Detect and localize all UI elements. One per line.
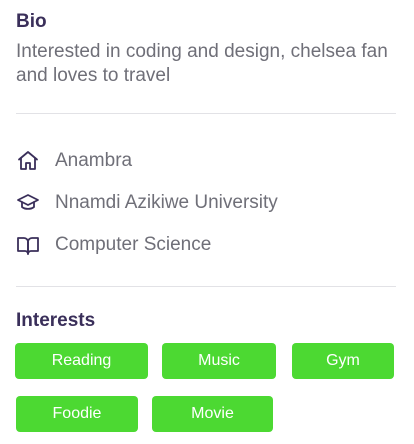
profile-about-panel: Bio Interested in coding and design, che… [0,0,414,444]
interest-tag-reading[interactable]: Reading [15,343,148,379]
location-row: Anambra [16,147,132,175]
divider [16,286,396,287]
course-label: Computer Science [55,234,212,255]
interest-tag-movie[interactable]: Movie [152,396,273,432]
interests-heading: Interests [16,310,96,331]
home-icon [16,149,40,173]
school-label: Nnamdi Azikiwe University [55,192,278,213]
location-label: Anambra [55,150,133,171]
graduation-cap-icon [16,191,40,215]
school-row: Nnamdi Azikiwe University [16,189,278,217]
bio-text: Interested in coding and design, chelsea… [16,41,388,86]
interest-tag-gym[interactable]: Gym [292,343,394,379]
book-open-icon [16,233,40,257]
divider [16,113,396,114]
course-row: Computer Science [16,231,211,259]
bio-heading: Bio [16,11,47,32]
interest-tag-foodie[interactable]: Foodie [16,396,138,432]
interest-tag-music[interactable]: Music [162,343,276,379]
